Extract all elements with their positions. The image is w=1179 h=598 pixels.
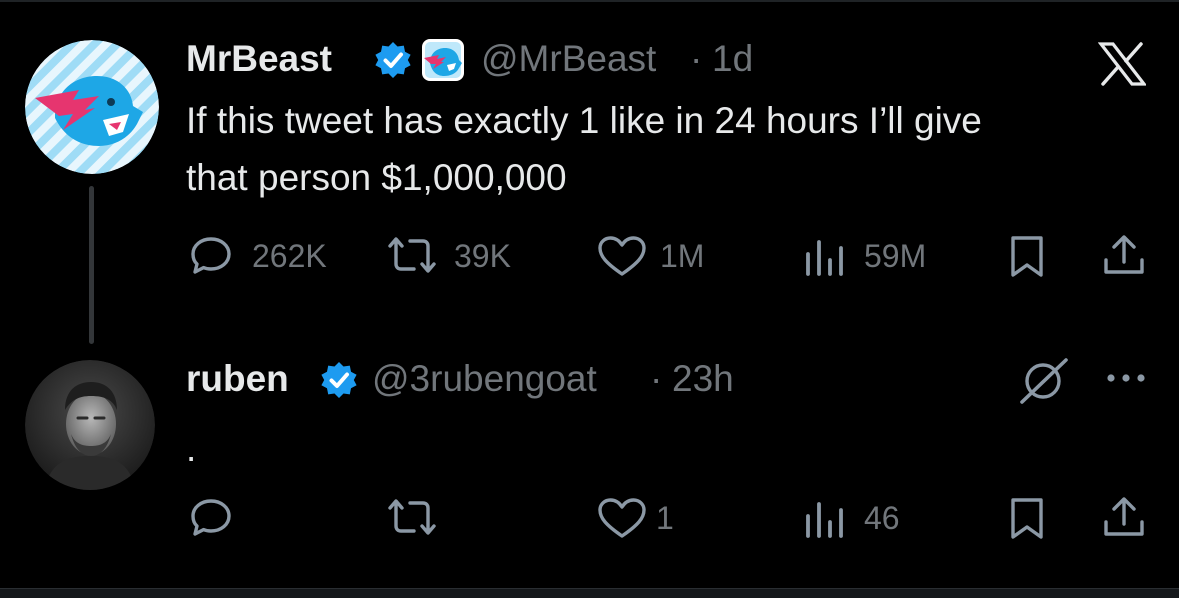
reply-share-icon[interactable] — [1100, 494, 1148, 542]
reply-author-handle[interactable]: @3rubengoat — [372, 358, 597, 400]
reply-bookmark-icon[interactable] — [1006, 494, 1048, 542]
like-heart-icon[interactable] — [596, 234, 648, 280]
tweet-text-line-2: that person $1,000,000 — [186, 157, 567, 198]
reply-text: . — [186, 428, 197, 469]
tweet-text-line-1: If this tweet has exactly 1 like in 24 h… — [186, 100, 982, 141]
reply-views-chart-icon[interactable] — [802, 498, 850, 540]
verified-badge-icon — [375, 42, 411, 78]
reply-like-count: 1 — [656, 500, 674, 536]
time-separator: · — [690, 38, 703, 79]
author-handle[interactable]: @MrBeast — [481, 38, 656, 80]
reply-count: 262K — [252, 238, 327, 274]
reply-view-count: 46 — [864, 500, 900, 536]
reply-verified-badge-icon — [321, 362, 357, 398]
x-logo-icon — [1098, 42, 1146, 86]
thread-connector-line — [89, 186, 94, 344]
repost-count: 39K — [454, 238, 511, 274]
more-icon[interactable] — [1104, 370, 1148, 386]
view-count: 59M — [864, 238, 927, 274]
repost-icon[interactable] — [384, 234, 440, 278]
reply-author-name[interactable]: ruben — [186, 358, 289, 400]
reply-repost-icon[interactable] — [384, 496, 440, 540]
reply-reply-icon[interactable] — [187, 496, 235, 540]
reply-icon[interactable] — [187, 234, 235, 278]
ruben-avatar[interactable] — [25, 360, 155, 490]
reply-time-separator: · — [650, 358, 663, 399]
top-divider — [0, 0, 1179, 2]
mrbeast-avatar[interactable] — [25, 40, 159, 174]
post-time[interactable]: 1d — [712, 38, 753, 80]
share-icon[interactable] — [1100, 232, 1148, 280]
like-count: 1M — [660, 238, 705, 274]
affiliate-logo-icon — [422, 39, 464, 81]
bookmark-icon[interactable] — [1006, 232, 1048, 280]
author-name[interactable]: MrBeast — [186, 38, 332, 80]
reply-post-time[interactable]: 23h — [672, 358, 734, 400]
reply-like-heart-icon[interactable] — [596, 496, 648, 542]
bottom-divider — [0, 588, 1179, 598]
grok-icon[interactable] — [1014, 354, 1074, 406]
views-chart-icon[interactable] — [802, 236, 850, 278]
